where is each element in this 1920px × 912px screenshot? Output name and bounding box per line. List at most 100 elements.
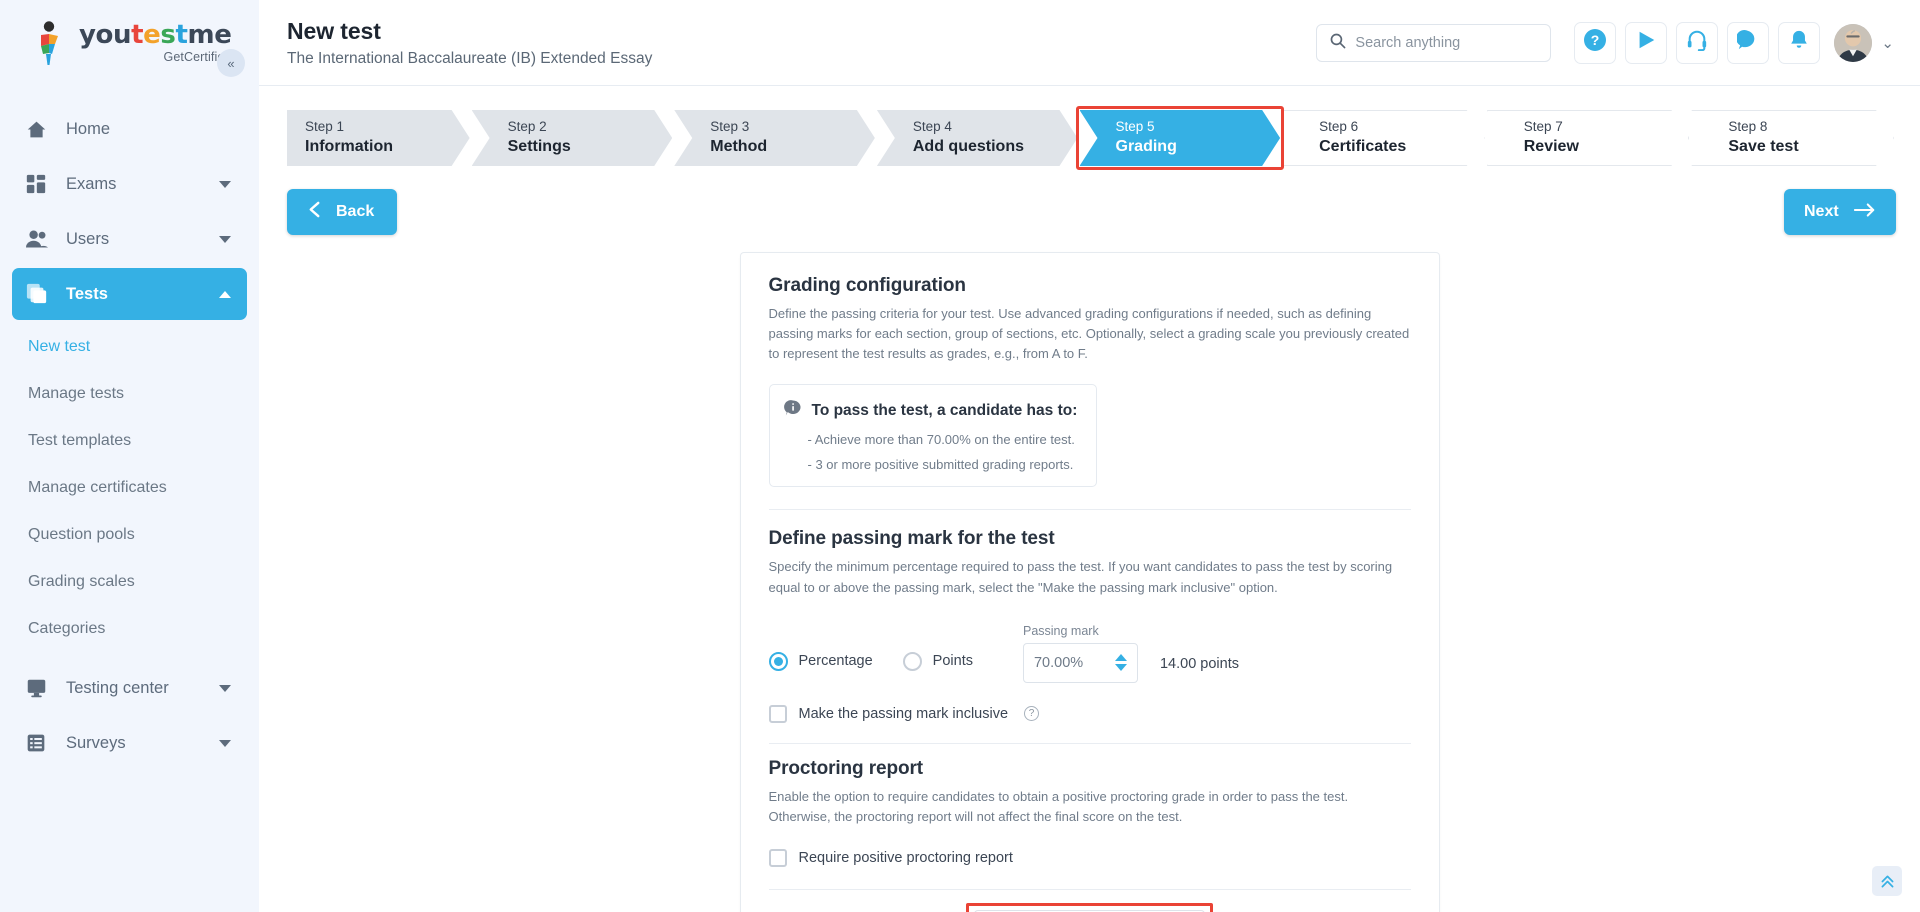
sidebar-item-home[interactable]: Home xyxy=(12,103,247,155)
sidebar-item-testing-center[interactable]: Testing center xyxy=(12,662,247,714)
page-title: New test xyxy=(287,17,381,44)
proctoring-checkbox-row: Require positive proctoring report xyxy=(768,848,1411,867)
brand-part-2: e xyxy=(143,20,161,51)
step-number: Step 7 xyxy=(1523,119,1563,135)
next-button[interactable]: Next xyxy=(1784,189,1896,235)
step-1[interactable]: Step 1 Information xyxy=(287,110,470,166)
play-tutorial-button[interactable] xyxy=(1625,21,1668,64)
infobox-line-2: - 3 or more positive submitted grading r… xyxy=(807,457,1074,473)
sidebar-item-users[interactable]: Users xyxy=(12,213,247,265)
support-button[interactable] xyxy=(1676,21,1719,64)
step-label: Add questions xyxy=(912,137,1024,155)
wizard-nav-row: Back Next xyxy=(259,180,1920,244)
inclusive-help-icon[interactable]: ? xyxy=(1024,706,1040,722)
sidebar: youtestme GetCertified « Home Exams User… xyxy=(0,0,259,912)
spinner-up-icon[interactable] xyxy=(1114,654,1127,662)
notifications-button[interactable] xyxy=(1778,21,1821,64)
step-7[interactable]: Step 7 Review xyxy=(1487,110,1690,166)
sidebar-collapse-button[interactable]: « xyxy=(217,49,245,77)
step-number: Step 8 xyxy=(1728,119,1768,135)
inclusive-checkbox-label: Make the passing mark inclusive xyxy=(798,705,1009,722)
passing-mark-title: Define passing mark for the test xyxy=(768,528,1055,550)
step-8[interactable]: Step 8 Save test xyxy=(1691,110,1894,166)
avatar[interactable] xyxy=(1834,23,1873,62)
step-5-grading[interactable]: Step 5 Grading xyxy=(1080,110,1281,166)
back-button-label: Back xyxy=(336,203,375,220)
avatar-chevron-down-icon[interactable]: ⌄ xyxy=(1881,34,1894,52)
scroll-to-top-button[interactable] xyxy=(1872,866,1902,896)
page-subtitle: The International Baccalaureate (IB) Ext… xyxy=(287,49,653,67)
step-number: Step 1 xyxy=(305,119,345,135)
divider xyxy=(768,509,1411,511)
radio-percentage[interactable]: Percentage xyxy=(768,651,873,671)
step-3[interactable]: Step 3 Method xyxy=(674,110,875,166)
search-box[interactable] xyxy=(1316,23,1552,62)
sidebar-subitem-manage-certificates[interactable]: Manage certificates xyxy=(0,464,259,511)
back-button[interactable]: Back xyxy=(287,189,397,235)
inclusive-checkbox[interactable] xyxy=(768,704,787,723)
infobox-line-1: - Achieve more than 70.00% on the entire… xyxy=(807,432,1075,448)
home-icon xyxy=(26,119,52,140)
sidebar-subitem-categories[interactable]: Categories xyxy=(0,605,259,652)
step-number: Step 4 xyxy=(912,119,952,135)
sidebar-item-label: Home xyxy=(66,119,111,138)
sidebar-subitem-label: Grading scales xyxy=(28,572,135,590)
chat-button[interactable] xyxy=(1727,21,1770,64)
testing-center-icon xyxy=(26,678,52,699)
arrow-right-icon xyxy=(1853,202,1876,223)
passing-mark-spinner[interactable] xyxy=(1022,642,1138,683)
sidebar-item-tests[interactable]: Tests xyxy=(12,268,247,320)
grading-configuration-card: Grading configuration Define the passing… xyxy=(739,252,1440,912)
step-label: Certificates xyxy=(1319,137,1407,155)
page-heading: New test The International Baccalaureate… xyxy=(287,18,652,68)
step-2[interactable]: Step 2 Settings xyxy=(472,110,673,166)
pass-criteria-infobox: To pass the test, a candidate has to: - … xyxy=(768,384,1097,488)
grading-card-wrap: Grading configuration Define the passing… xyxy=(259,252,1920,912)
info-icon xyxy=(783,399,802,422)
sidebar-item-label: Users xyxy=(66,229,110,248)
help-button[interactable]: ? xyxy=(1574,21,1617,64)
sidebar-subitem-label: Test templates xyxy=(28,431,132,449)
sidebar-subitem-grading-scales[interactable]: Grading scales xyxy=(0,558,259,605)
sidebar-item-label: Surveys xyxy=(66,733,126,752)
brand-wordmark: youtestme GetCertified xyxy=(79,20,232,64)
passing-mark-field: Passing mark xyxy=(1022,624,1138,683)
step-label: Information xyxy=(305,137,393,155)
users-icon xyxy=(26,229,52,249)
proctoring-section: Proctoring report Enable the option to r… xyxy=(768,757,1411,867)
sidebar-item-exams[interactable]: Exams xyxy=(12,158,247,210)
grading-description: Define the passing criteria for your tes… xyxy=(768,306,1410,362)
passing-mark-input[interactable] xyxy=(1033,654,1115,671)
step-number: Step 5 xyxy=(1115,119,1155,135)
step-number: Step 6 xyxy=(1319,119,1359,135)
sidebar-nav: Home Exams Users Tests New test Manage t… xyxy=(0,86,259,769)
step-label: Review xyxy=(1523,137,1579,155)
chat-icon xyxy=(1736,29,1759,56)
proctoring-title: Proctoring report xyxy=(768,757,924,779)
radio-points-label: Points xyxy=(932,653,973,670)
proctoring-checkbox-label: Require positive proctoring report xyxy=(798,849,1013,866)
step-6[interactable]: Step 6 Certificates xyxy=(1282,110,1485,166)
proctoring-checkbox[interactable] xyxy=(768,848,787,867)
divider xyxy=(768,888,1411,890)
spinner-down-icon[interactable] xyxy=(1114,664,1127,672)
radio-points[interactable]: Points xyxy=(902,651,973,671)
step-4[interactable]: Step 4 Add questions xyxy=(877,110,1078,166)
proctoring-description: Enable the option to require candidates … xyxy=(768,788,1349,824)
collapse-chevron-icon: « xyxy=(227,55,235,71)
step-label: Save test xyxy=(1728,137,1799,155)
spinner-arrows[interactable] xyxy=(1114,654,1127,672)
sidebar-subitem-manage-tests[interactable]: Manage tests xyxy=(0,370,259,417)
brand-part-3: s xyxy=(160,20,176,51)
sidebar-item-surveys[interactable]: Surveys xyxy=(12,717,247,769)
sidebar-subitem-label: Question pools xyxy=(28,525,135,543)
search-input[interactable] xyxy=(1355,34,1539,51)
radio-points-indicator xyxy=(902,651,922,671)
sidebar-subitem-new-test[interactable]: New test xyxy=(0,323,259,370)
top-bar-actions: ? xyxy=(1316,21,1894,64)
sidebar-subitem-question-pools[interactable]: Question pools xyxy=(0,511,259,558)
sidebar-subitem-test-templates[interactable]: Test templates xyxy=(0,417,259,464)
chevron-down-icon xyxy=(219,739,231,747)
passing-mark-section: Define passing mark for the test Specify… xyxy=(768,528,1411,723)
chevron-down-icon xyxy=(219,235,231,243)
